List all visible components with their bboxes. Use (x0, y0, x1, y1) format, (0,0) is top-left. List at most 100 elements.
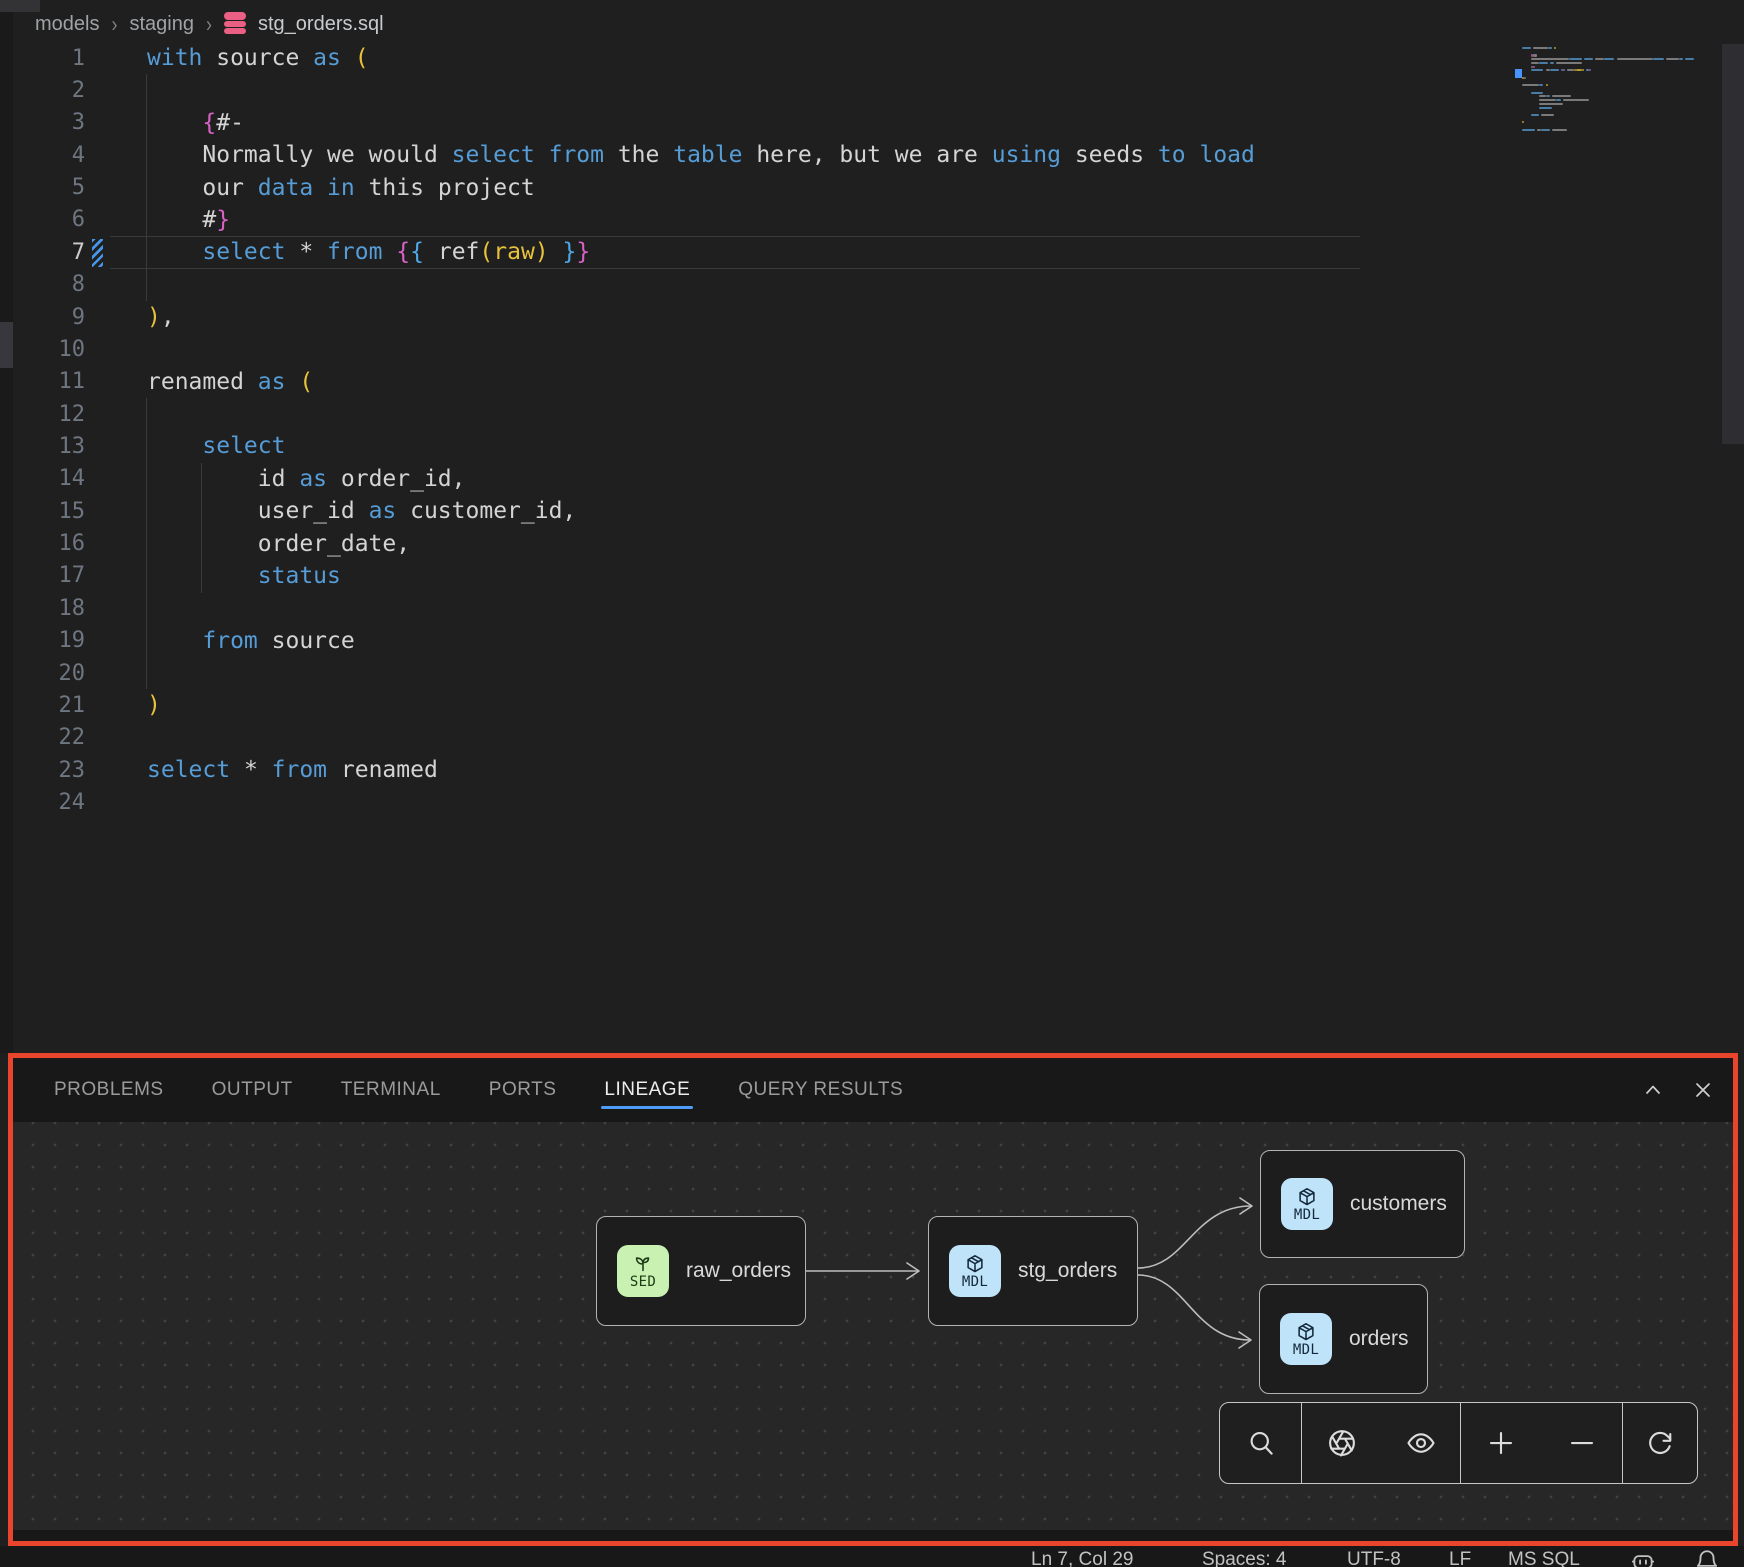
breadcrumb: models › staging › stg_orders.sql (35, 8, 384, 40)
code-line[interactable]: 22 (0, 722, 1520, 754)
lineage-node-raw-orders[interactable]: SED raw_orders (596, 1216, 806, 1326)
code-text: ) (147, 692, 161, 718)
copilot-icon[interactable] (1630, 1548, 1656, 1567)
code-line[interactable]: 10 (0, 333, 1520, 365)
lineage-node-orders[interactable]: MDL orders (1259, 1284, 1428, 1394)
code-line[interactable]: 21) (0, 689, 1520, 721)
encoding-setting[interactable]: UTF-8 (1347, 1549, 1401, 1567)
tab-problems[interactable]: PROBLEMS (54, 1058, 164, 1122)
eol-setting[interactable]: LF (1449, 1549, 1471, 1567)
code-line[interactable]: 7 select * from {{ ref(raw) }} (0, 236, 1520, 268)
code-line[interactable]: 13 select (0, 430, 1520, 462)
indentation-setting[interactable]: Spaces: 4 (1202, 1549, 1287, 1567)
code-text: Normally we would select from the table … (147, 142, 1255, 168)
tab-query-results[interactable]: QUERY RESULTS (738, 1058, 903, 1122)
cursor-position[interactable]: Ln 7, Col 29 (1031, 1549, 1133, 1567)
tab-ports[interactable]: PORTS (489, 1058, 557, 1122)
cube-icon (1295, 1321, 1317, 1343)
window-corner-fragment (0, 0, 40, 12)
code-text: select (147, 433, 285, 459)
code-text: with source as ( (147, 45, 369, 71)
code-line[interactable]: 9), (0, 301, 1520, 333)
tab-lineage[interactable]: LINEAGE (604, 1058, 690, 1122)
line-number: 20 (0, 661, 85, 686)
eye-button[interactable] (1404, 1426, 1438, 1460)
code-text: user_id as customer_id, (147, 498, 576, 524)
line-number: 3 (0, 110, 85, 135)
zoom-out-button[interactable] (1565, 1426, 1599, 1460)
tab-output[interactable]: OUTPUT (212, 1058, 293, 1122)
code-line[interactable]: 16 order_date, (0, 527, 1520, 559)
code-line[interactable]: 24 (0, 786, 1520, 818)
lineage-node-customers[interactable]: MDL customers (1260, 1150, 1465, 1258)
cube-icon (1296, 1186, 1318, 1208)
seed-badge: SED (617, 1245, 669, 1297)
database-file-icon (224, 12, 246, 36)
code-line[interactable]: 12 (0, 398, 1520, 430)
aperture-icon (1327, 1428, 1357, 1458)
code-line[interactable]: 8 (0, 269, 1520, 301)
code-line[interactable]: 5 our data in this project (0, 171, 1520, 203)
code-line[interactable]: 18 (0, 592, 1520, 624)
minimap-modified-marker (1515, 69, 1522, 78)
code-text: id as order_id, (147, 466, 466, 492)
lineage-toolbar (1219, 1402, 1698, 1484)
code-text: status (147, 563, 341, 589)
line-number: 2 (0, 78, 85, 103)
code-editor[interactable]: 1with source as (23 {#-4 Normally we wou… (0, 42, 1520, 819)
breadcrumb-item-models[interactable]: models (35, 13, 99, 36)
line-number: 11 (0, 369, 85, 394)
line-number: 23 (0, 758, 85, 783)
code-line[interactable]: 3 {#- (0, 107, 1520, 139)
editor-scrollbar[interactable] (1722, 44, 1744, 444)
plus-icon (1486, 1428, 1516, 1458)
lineage-node-stg-orders[interactable]: MDL stg_orders (928, 1216, 1138, 1326)
code-line[interactable]: 4 Normally we would select from the tabl… (0, 139, 1520, 171)
code-text: from source (147, 628, 355, 654)
chevron-right-icon: › (111, 11, 117, 37)
code-text: ), (147, 304, 175, 330)
code-line[interactable]: 17 status (0, 560, 1520, 592)
line-number: 22 (0, 725, 85, 750)
tab-terminal[interactable]: TERMINAL (341, 1058, 441, 1122)
panel-maximize-chevron-icon[interactable] (1641, 1078, 1665, 1102)
breadcrumb-item-staging[interactable]: staging (129, 13, 194, 36)
code-line[interactable]: 19 from source (0, 624, 1520, 656)
line-number: 7 (0, 240, 85, 265)
zoom-in-button[interactable] (1484, 1426, 1518, 1460)
code-line[interactable]: 20 (0, 657, 1520, 689)
model-badge: MDL (1281, 1178, 1333, 1230)
line-number: 9 (0, 305, 85, 330)
search-icon (1246, 1428, 1276, 1458)
node-label: customers (1350, 1192, 1447, 1216)
line-number: 4 (0, 143, 85, 168)
code-line[interactable]: 2 (0, 74, 1520, 106)
code-line[interactable]: 15 user_id as customer_id, (0, 495, 1520, 527)
code-line[interactable]: 14 id as order_id, (0, 463, 1520, 495)
node-label: orders (1349, 1327, 1409, 1351)
node-label: stg_orders (1018, 1259, 1117, 1283)
panel-tab-bar: PROBLEMS OUTPUT TERMINAL PORTS LINEAGE QUERY … (13, 1058, 1733, 1122)
line-number: 15 (0, 499, 85, 524)
panel-close-icon[interactable] (1691, 1078, 1715, 1102)
refresh-button[interactable] (1643, 1426, 1677, 1460)
line-number: 10 (0, 337, 85, 362)
line-number: 5 (0, 175, 85, 200)
search-button[interactable] (1244, 1426, 1278, 1460)
code-line[interactable]: 1 with source as ( (0, 42, 1520, 74)
line-number: 17 (0, 563, 85, 588)
model-badge: MDL (1280, 1313, 1332, 1365)
breadcrumb-file-name[interactable]: stg_orders.sql (258, 13, 384, 36)
line-number: 8 (0, 272, 85, 297)
line-number: 16 (0, 531, 85, 556)
line-number: 14 (0, 466, 85, 491)
code-line[interactable]: 23select * from renamed (0, 754, 1520, 786)
minimap[interactable] (1522, 47, 1700, 136)
line-number: 1 (0, 46, 85, 71)
node-label: raw_orders (686, 1259, 791, 1283)
bell-icon[interactable] (1694, 1548, 1720, 1567)
code-line[interactable]: 11renamed as ( (0, 366, 1520, 398)
code-line[interactable]: 6 #} (0, 204, 1520, 236)
language-mode[interactable]: MS SQL (1508, 1549, 1580, 1567)
aperture-button[interactable] (1325, 1426, 1359, 1460)
